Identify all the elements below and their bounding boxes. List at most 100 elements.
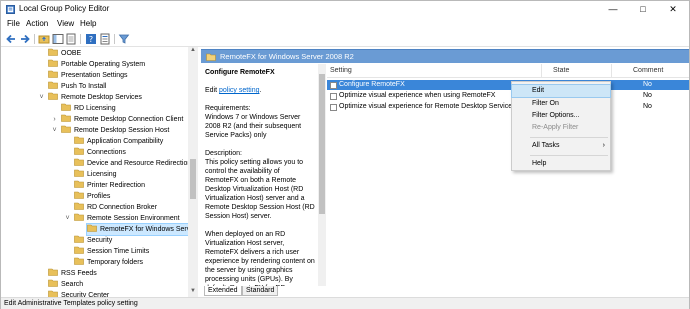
menu-help[interactable]: Help — [80, 19, 96, 28]
edit-policy-link[interactable]: policy setting — [219, 87, 259, 94]
folder-icon — [48, 81, 58, 89]
edit-line: Edit policy setting. — [205, 86, 261, 95]
expand-arrow-icon[interactable]: › — [50, 114, 59, 125]
folder-icon — [74, 147, 84, 155]
tree-scroll-thumb[interactable] — [190, 159, 196, 199]
tree-item[interactable]: RemoteFX for Windows Server — [85, 223, 197, 236]
back-icon[interactable] — [5, 33, 17, 45]
folder-icon — [74, 235, 84, 243]
tree-item[interactable]: Connections — [74, 147, 126, 158]
tree-item[interactable]: Search — [48, 279, 83, 290]
tree-item[interactable]: RD Licensing — [61, 103, 116, 114]
menu-item-help[interactable]: Help — [512, 158, 610, 170]
tree-item-label: Remote Desktop Session Host — [74, 127, 170, 134]
tree-item[interactable]: Application Compatibility — [74, 136, 163, 147]
tree-item[interactable]: Portable Operating System — [48, 59, 145, 70]
setting-row[interactable]: Configure RemoteFX No — [327, 80, 689, 90]
description-scrollbar[interactable] — [318, 64, 326, 286]
tree-item[interactable]: Profiles — [74, 191, 110, 202]
menu-separator — [530, 137, 608, 138]
tree-item-label: Temporary folders — [87, 259, 144, 266]
tree-item-label: OOBE — [61, 50, 82, 57]
minimize-button[interactable]: — — [598, 1, 628, 18]
tree-item[interactable]: Temporary folders — [74, 257, 143, 268]
maximize-button[interactable]: □ — [628, 1, 658, 18]
column-state[interactable]: State — [553, 67, 569, 74]
tree-item[interactable]: Licensing — [74, 169, 117, 180]
console-tree: OOBE Portable Operating System Presentatio… — [1, 47, 198, 297]
menu-item-filter-options[interactable]: Filter Options... — [512, 110, 610, 122]
tree-item-label: Remote Desktop Connection Client — [74, 116, 184, 123]
export-list-icon[interactable] — [65, 33, 77, 45]
folder-icon — [74, 169, 84, 177]
tree-item[interactable]: RSS Feeds — [48, 268, 97, 279]
tree-item[interactable]: ˅ Remote Desktop Session Host — [52, 125, 170, 136]
tree-item[interactable]: Session Time Limits — [74, 246, 149, 257]
tree-item[interactable]: Push To Install — [48, 81, 106, 92]
description-body: Requirements: Windows 7 or Windows Serve… — [205, 105, 315, 286]
collapse-arrow-icon[interactable]: ˅ — [63, 213, 72, 224]
menu-item-reapply-filter: Re-Apply Filter — [532, 124, 579, 131]
tree-item[interactable]: Security Center — [48, 290, 109, 297]
folder-up-icon[interactable] — [38, 33, 50, 45]
tree-item[interactable]: Printer Redirection — [74, 180, 145, 191]
tree-item-label: Push To Install — [61, 83, 107, 90]
help-icon[interactable]: ? — [85, 33, 97, 45]
setting-row[interactable]: Optimize visual experience when using Re… — [327, 91, 689, 101]
tree-scrollbar[interactable]: ▲ ▼ — [188, 47, 198, 297]
policy-setting-icon — [330, 82, 337, 89]
menu-item-all-tasks[interactable]: All Tasks › — [512, 140, 610, 152]
main-window: Local Group Policy Editor — □ ✕ File Act… — [0, 0, 690, 309]
collapse-arrow-icon[interactable]: ˅ — [50, 125, 59, 136]
forward-icon[interactable] — [19, 33, 31, 45]
column-comment[interactable]: Comment — [633, 67, 663, 74]
scroll-up-icon[interactable]: ▲ — [188, 47, 198, 56]
menu-view[interactable]: View — [57, 19, 74, 28]
column-divider[interactable] — [611, 64, 612, 78]
toolbar: ? — [1, 31, 689, 47]
menu-file[interactable]: File — [7, 19, 20, 28]
tree-item[interactable]: ˅ Remote Desktop Services — [39, 92, 142, 103]
setting-row[interactable]: Optimize visual experience for Remote De… — [327, 102, 689, 112]
description-scroll-thumb[interactable] — [319, 74, 325, 214]
tree-item[interactable]: › Remote Desktop Connection Client — [53, 114, 184, 125]
menu-separator — [530, 155, 608, 156]
tree-item-label: Application Compatibility — [87, 138, 164, 145]
tab-standard[interactable]: Standard — [242, 286, 279, 296]
tree-item[interactable]: RD Connection Broker — [74, 202, 157, 213]
scroll-down-icon[interactable]: ▼ — [188, 288, 198, 297]
tree-item-label: Printer Redirection — [87, 182, 145, 189]
column-setting[interactable]: Setting — [330, 67, 352, 74]
column-divider[interactable] — [541, 64, 542, 78]
close-button[interactable]: ✕ — [658, 1, 688, 18]
tree-item[interactable]: ˅ Remote Session Environment — [65, 213, 180, 224]
description-title: Configure RemoteFX — [205, 69, 275, 76]
tree-item-label: RD Connection Broker — [87, 204, 158, 211]
folder-icon — [74, 180, 84, 188]
svg-text:?: ? — [89, 35, 93, 44]
tree-item-label: Remote Desktop Services — [61, 94, 142, 101]
folder-icon — [74, 213, 84, 221]
list-header: Setting State Comment — [327, 64, 689, 78]
filter-icon[interactable] — [118, 33, 130, 45]
show-hide-tree-icon[interactable] — [52, 33, 64, 45]
policy-setting-icon — [330, 104, 337, 111]
window-title: Local Group Policy Editor — [19, 4, 110, 13]
tree-item[interactable]: Device and Resource Redirection — [74, 158, 191, 169]
folder-icon — [48, 290, 58, 297]
all-tasks-label: All Tasks — [532, 142, 560, 149]
menu-item-edit[interactable]: Edit — [511, 84, 611, 98]
collapse-arrow-icon[interactable]: ˅ — [37, 92, 46, 103]
tree-item-label: RemoteFX for Windows Server — [100, 226, 197, 233]
menu-item-filter-on[interactable]: Filter On — [512, 98, 610, 110]
menu-action[interactable]: Action — [26, 19, 48, 28]
menu-bar: File Action View Help — [1, 18, 689, 31]
tree-item-label: Portable Operating System — [61, 61, 146, 68]
tab-extended[interactable]: Extended — [204, 286, 242, 296]
setting-comment: No — [643, 92, 652, 99]
folder-icon — [74, 257, 84, 265]
tree-item[interactable]: Presentation Settings — [48, 70, 128, 81]
properties-icon[interactable] — [99, 33, 111, 45]
tree-item[interactable]: OOBE — [48, 48, 81, 59]
tree-item[interactable]: Security — [74, 235, 112, 246]
